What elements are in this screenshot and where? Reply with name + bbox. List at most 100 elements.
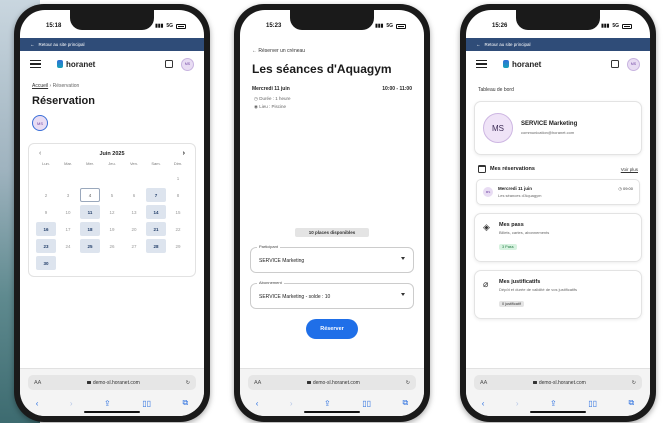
tabs-icon[interactable]: ⧉: [629, 398, 635, 408]
tabs-icon[interactable]: ⧉: [183, 398, 189, 408]
calendar-day: 24: [65, 243, 71, 249]
calendar-day: 27: [131, 243, 137, 249]
bookmarks-icon[interactable]: ▯▯: [362, 399, 371, 408]
participant-avatar[interactable]: MS: [32, 115, 48, 131]
back-to-site-bar[interactable]: ← Retour au site principal: [20, 38, 204, 51]
url-text: demo-sl.horanet.com: [538, 379, 586, 386]
tabs-icon[interactable]: ⧉: [403, 398, 409, 408]
home-indicator: [304, 410, 360, 413]
phone-dashboard: 15:26 ▮▮▮ 5G ← Retour au site principal …: [460, 4, 656, 422]
calendar-day[interactable]: 18: [80, 222, 100, 236]
menu-icon[interactable]: [30, 60, 41, 68]
see-all-link[interactable]: Voir plus: [621, 167, 638, 172]
calendar-day[interactable]: 28: [146, 239, 166, 253]
calendar-day[interactable]: 21: [146, 222, 166, 236]
url-bar[interactable]: AA demo-sl.horanet.com ↻: [248, 375, 416, 390]
bookmarks-icon[interactable]: ▯▯: [588, 399, 597, 408]
reserve-button[interactable]: Réserver: [306, 319, 358, 339]
calendar-month: Juin 2025: [99, 150, 125, 157]
calendar-day[interactable]: 11: [80, 205, 100, 219]
battery-icon: [622, 23, 632, 29]
share-icon[interactable]: ⇪: [550, 399, 557, 408]
passes-tile[interactable]: ◈ Mes pass Billets, cartes, abonnements …: [474, 213, 642, 262]
reload-icon[interactable]: ↻: [632, 380, 636, 386]
arrow-left-icon: ←: [252, 48, 257, 54]
subscription-select[interactable]: Abonnement SERVICE Marketing - solde : 1…: [250, 280, 414, 309]
participant-select[interactable]: Participant SERVICE Marketing: [250, 244, 414, 273]
menu-icon[interactable]: [476, 60, 487, 68]
calendar-day[interactable]: 16: [36, 222, 56, 236]
back-to-site-link[interactable]: Retour au site principal: [39, 42, 85, 47]
weekday-label: Lun.: [42, 161, 50, 166]
brand-logo[interactable]: horanet: [57, 60, 95, 69]
notch: [70, 10, 154, 30]
back-icon[interactable]: ‹: [36, 399, 39, 408]
calendar-day[interactable]: 7: [146, 188, 166, 202]
participant-label: Participant: [257, 244, 280, 249]
signal-icon: ▮▮▮: [375, 23, 384, 29]
reader-aa-button[interactable]: AA: [34, 380, 41, 386]
weekday-label: Ven.: [129, 161, 138, 166]
page-title: Réservation: [32, 95, 95, 107]
forward-icon[interactable]: ›: [290, 399, 293, 408]
weekday-label: Sam.: [151, 161, 161, 166]
calendar-day-empty: [146, 256, 166, 270]
forward-icon[interactable]: ›: [70, 399, 73, 408]
forward-icon[interactable]: ›: [516, 399, 519, 408]
next-month-button[interactable]: ›: [183, 150, 185, 157]
reservation-avatar: MS: [483, 187, 493, 197]
user-avatar: MS: [483, 113, 513, 143]
reservation-item[interactable]: MS Mercredi 11 juin Les séances d'Aquagy…: [476, 179, 640, 205]
avatar[interactable]: MS: [181, 57, 194, 71]
clock-icon: ◷: [254, 96, 258, 101]
ticket-icon: ◈: [483, 222, 490, 232]
url-bar[interactable]: AA demo-sl.horanet.com ↻: [28, 375, 196, 390]
phone-session-detail: 15:23 ▮▮▮ 5G ← Réserver un créneau Les s…: [234, 4, 430, 422]
calendar-day[interactable]: 30: [36, 256, 56, 270]
share-icon[interactable]: ⇪: [104, 399, 111, 408]
back-link[interactable]: ← Réserver un créneau: [240, 38, 424, 54]
arrow-left-icon: ←: [30, 42, 35, 47]
location-pin-icon: ◉: [254, 104, 258, 109]
breadcrumb: Accueil › Réservation: [32, 83, 80, 89]
reader-aa-button[interactable]: AA: [254, 380, 261, 386]
network-label: 5G: [386, 23, 393, 29]
weekday-label: Mar.: [64, 161, 72, 166]
calendar-day-empty: [146, 171, 166, 185]
page-title: Les séances d'Aquagym: [252, 62, 392, 76]
back-to-site-bar[interactable]: ← Retour au site principal: [466, 38, 650, 51]
bookmarks-icon[interactable]: ▯▯: [142, 399, 151, 408]
proofs-tile[interactable]: ⌀ Mes justificatifs Dépôt et durée de va…: [474, 270, 642, 319]
reload-icon[interactable]: ↻: [406, 380, 410, 386]
back-icon[interactable]: ‹: [482, 399, 485, 408]
battery-icon: [176, 23, 186, 29]
brand-logo[interactable]: horanet: [503, 60, 541, 69]
status-time: 15:26: [492, 23, 508, 29]
avatar[interactable]: MS: [627, 57, 640, 71]
user-card[interactable]: MS SERVICE Marketing communication@horan…: [474, 101, 642, 155]
back-to-site-link[interactable]: Retour au site principal: [485, 42, 531, 47]
breadcrumb-home-link[interactable]: Accueil: [32, 83, 48, 89]
url-bar[interactable]: AA demo-sl.horanet.com ↻: [474, 375, 642, 390]
top-nav: horanet MS: [20, 51, 204, 77]
back-icon[interactable]: ‹: [256, 399, 259, 408]
phone-screen: 15:23 ▮▮▮ 5G ← Réserver un créneau Les s…: [240, 10, 424, 416]
calendar-day[interactable]: 14: [146, 205, 166, 219]
calendar-day-empty: [58, 256, 78, 270]
reader-aa-button[interactable]: AA: [480, 380, 487, 386]
signal-icon: ▮▮▮: [601, 23, 610, 29]
share-icon[interactable]: ⇪: [324, 399, 331, 408]
reload-icon[interactable]: ↻: [186, 380, 190, 386]
calendar-day: 4: [80, 188, 100, 202]
notch: [516, 10, 600, 30]
weekday-label: Jeu.: [108, 161, 116, 166]
calendar-day[interactable]: 23: [36, 239, 56, 253]
calendar-day: 19: [109, 226, 115, 232]
prev-month-button[interactable]: ‹: [39, 150, 41, 157]
basket-icon[interactable]: [611, 60, 619, 68]
calendar-day[interactable]: 25: [80, 239, 100, 253]
lock-icon: [307, 380, 311, 385]
reservations-header: Mes réservations Voir plus: [466, 155, 650, 173]
basket-icon[interactable]: [165, 60, 173, 68]
proofs-desc: Dépôt et durée de validité de vos justif…: [499, 287, 578, 292]
